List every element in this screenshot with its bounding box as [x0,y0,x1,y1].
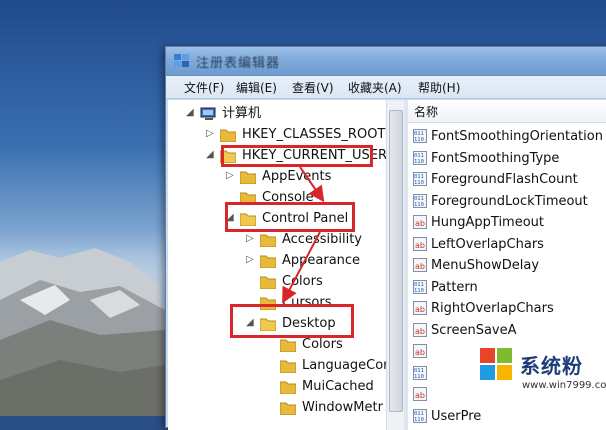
value-row[interactable]: ab LeftOverlapChars [408,234,606,255]
value-name: LeftOverlapChars [431,236,544,252]
svg-text:ab: ab [415,391,425,400]
svg-text:110: 110 [414,417,424,423]
value-name: FontSmoothingType [431,150,560,166]
value-row[interactable]: ab RightOverlapChars [408,298,606,319]
svg-text:110: 110 [414,137,424,143]
highlight-control-panel [225,202,355,232]
tree-node-label: Colors [282,274,323,289]
tree-node-label: WindowMetr [302,400,383,415]
folder-icon [260,234,276,247]
value-name: ForegroundLockTimeout [431,193,588,209]
value-name: ForegroundFlashCount [431,172,578,187]
string-value-icon: ab [413,236,427,251]
menu-view[interactable]: 查看(V) [292,79,334,96]
folder-icon [260,276,276,289]
binary-value-icon: 011110 [413,193,427,208]
tree-node-label: 计算机 [222,106,262,121]
value-row[interactable]: 011 110 Pattern [408,277,606,298]
menu-edit[interactable]: 编辑(E) [236,79,277,96]
column-header-name[interactable]: 名称 [408,100,606,123]
column-header-label: 名称 [414,105,439,119]
svg-text:ab: ab [415,262,425,271]
expand-arrow-icon[interactable]: ▷ [246,233,254,244]
value-name: ScreenSaveA [431,322,517,338]
highlight-desktop [230,304,354,338]
tree-node-label: AppEvents [262,169,332,184]
binary-value-icon: 011110 [413,172,427,186]
binary-value-icon: 011110 [413,150,427,165]
svg-text:ab: ab [415,241,425,250]
menu-favorites[interactable]: 收藏夹(A) [348,79,402,96]
tree-scrollbar[interactable] [386,100,404,430]
tree-node-label: Accessibility [282,232,362,247]
folder-icon [240,171,256,184]
binary-value-icon: 011110 [413,129,427,143]
svg-text:110: 110 [414,159,424,165]
tree-node-label: MuiCached [302,379,374,394]
folder-icon [260,255,276,268]
string-value-icon: ab [413,301,427,315]
window-title: 注册表编辑器 [196,56,281,71]
value-name: RightOverlapChars [431,301,554,316]
tree-node-label: Appearance [282,253,361,268]
svg-text:110: 110 [414,288,424,294]
folder-icon [280,402,296,415]
folder-icon [280,381,296,394]
string-value-icon: ab [413,215,427,229]
value-row[interactable]: ab MenuShowDelay [408,255,606,276]
title-bar[interactable]: 注册表编辑器 [166,47,606,76]
collapse-arrow-icon[interactable]: ◢ [206,149,214,160]
svg-text:110: 110 [414,202,424,208]
value-row[interactable]: ab HungAppTimeout [408,212,606,233]
value-row[interactable]: 011 110 FontSmoothingType [408,148,606,169]
value-row[interactable]: 011 110 ForegroundLockTimeout [408,191,606,212]
expand-arrow-icon[interactable]: ▷ [226,170,234,181]
watermark-url: www.win7999.com [522,380,606,391]
site-watermark: 系统粉 www.win7999.com [470,340,606,416]
folder-icon [220,129,236,142]
watermark-brand: 系统粉 [520,354,583,378]
windows-logo-icon [480,348,512,380]
highlight-hkey-current-user [221,145,373,167]
regedit-app-icon [174,54,189,67]
value-name: FontSmoothingOrientation [431,129,603,144]
svg-text:110: 110 [414,374,424,380]
svg-text:ab: ab [415,348,425,357]
string-value-icon: ab [413,387,427,401]
menu-help[interactable]: 帮助(H) [418,79,460,96]
tree-node-label: HKEY_CLASSES_ROOT [242,127,386,142]
expand-arrow-icon[interactable]: ▷ [246,254,254,265]
menu-bar: 文件(F) 编辑(E) 查看(V) 收藏夹(A) 帮助(H) [166,76,606,99]
folder-icon [280,360,296,373]
binary-value-icon: 011110 [413,279,427,294]
string-value-icon: ab [413,344,427,358]
computer-icon [200,107,216,120]
svg-text:ab: ab [415,327,425,336]
value-row[interactable]: 011 110 ForegroundFlashCount [408,169,606,190]
collapse-arrow-icon[interactable]: ◢ [186,107,194,118]
svg-text:ab: ab [415,305,425,314]
folder-icon [280,339,296,352]
value-row[interactable]: 011 110 FontSmoothingOrientation [408,126,606,147]
svg-text:ab: ab [415,219,425,228]
tree-node-label: LanguageCor [302,358,386,373]
value-name: MenuShowDelay [431,258,540,273]
menu-file[interactable]: 文件(F) [184,79,224,96]
tree-node-label: Colors [302,337,343,352]
value-name: HungAppTimeout [431,215,545,230]
svg-text:110: 110 [414,180,424,186]
string-value-icon: ab [413,258,427,272]
expand-arrow-icon[interactable]: ▷ [206,128,214,139]
binary-value-icon: 011110 [413,365,427,380]
string-value-icon: ab [413,322,427,337]
scrollbar-thumb[interactable] [389,110,403,412]
value-row[interactable]: ab ScreenSaveA [408,320,606,341]
value-name: Pattern [431,279,478,295]
